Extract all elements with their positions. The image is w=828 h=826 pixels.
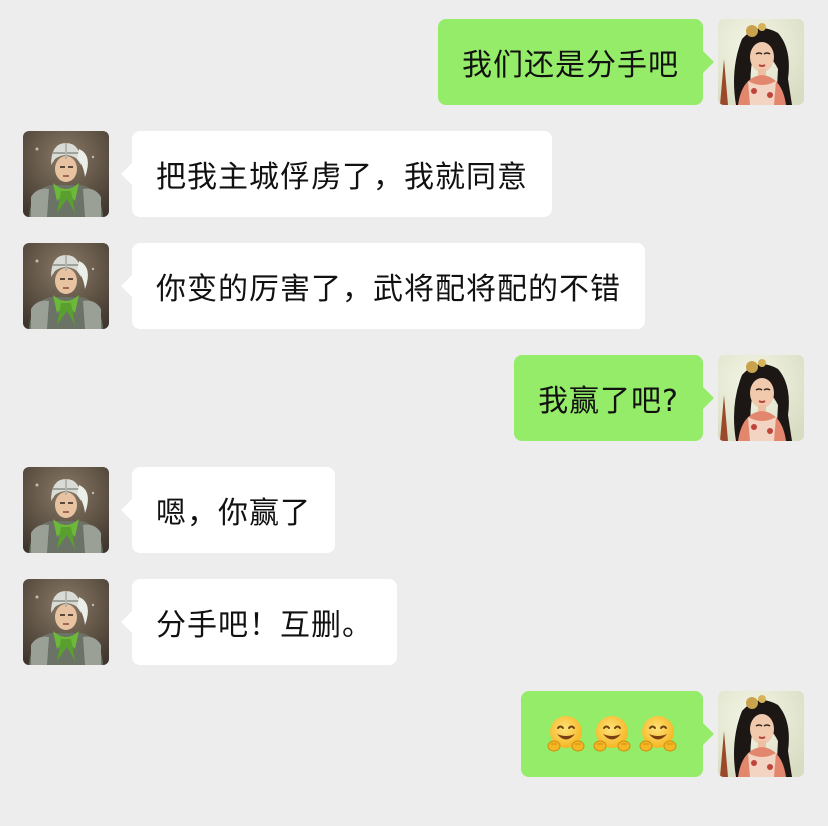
male-general-avatar[interactable] xyxy=(23,131,109,217)
male-general-avatar[interactable] xyxy=(23,579,109,665)
message-bubble-received[interactable]: 分手吧！互删。 xyxy=(121,579,397,665)
emoji-group xyxy=(545,713,679,755)
message-bubble-received[interactable]: 把我主城俘虏了，我就同意 xyxy=(121,131,552,217)
message-bubble-received[interactable]: 嗯，你赢了 xyxy=(121,467,335,553)
message-text: 你变的厉害了，武将配将配的不错 xyxy=(156,272,621,307)
female-general-avatar[interactable] xyxy=(718,19,804,105)
message-bubble-sent[interactable]: 我们还是分手吧 xyxy=(438,19,714,105)
message-bubble-sent[interactable]: 我赢了吧? xyxy=(514,355,714,441)
message-bubble-received[interactable]: 你变的厉害了，武将配将配的不错 xyxy=(121,243,645,329)
message-text: 嗯，你赢了 xyxy=(156,496,311,531)
message-text: 我们还是分手吧 xyxy=(462,48,679,83)
message-text: 把我主城俘虏了，我就同意 xyxy=(156,160,528,195)
female-general-avatar[interactable] xyxy=(718,355,804,441)
hugging-face-emoji xyxy=(545,713,587,755)
female-general-avatar[interactable] xyxy=(718,691,804,777)
message-text: 分手吧！互删。 xyxy=(156,608,373,643)
hugging-face-emoji xyxy=(637,713,679,755)
male-general-avatar[interactable] xyxy=(23,467,109,553)
message-text: 我赢了吧? xyxy=(538,384,679,419)
hugging-face-emoji xyxy=(591,713,633,755)
message-bubble-sent[interactable] xyxy=(521,691,714,777)
male-general-avatar[interactable] xyxy=(23,243,109,329)
chat-conversation: 我们还是分手吧 把我主城俘虏了，我就同意 你变的厉害了，武将配将配的不错 我赢了… xyxy=(0,0,828,826)
